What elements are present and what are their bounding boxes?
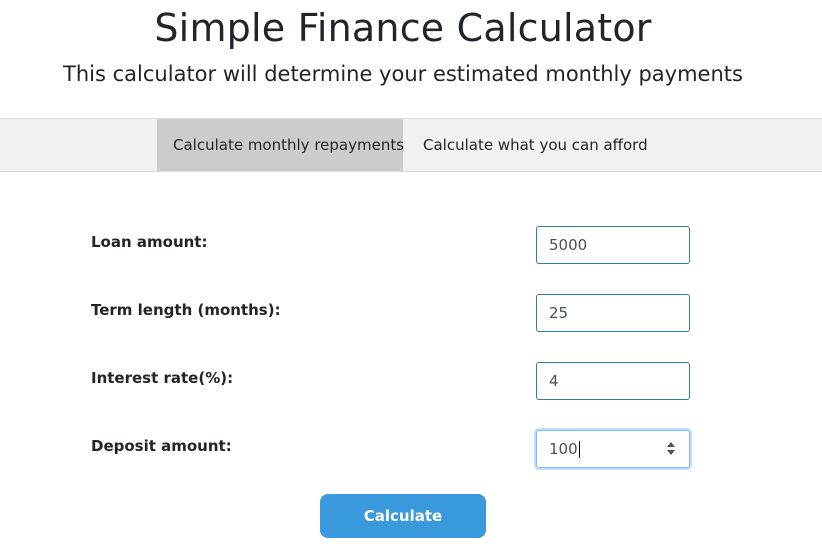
tab-what-you-can-afford[interactable]: Calculate what you can afford	[407, 119, 648, 171]
deposit-amount-input[interactable]: 100	[536, 430, 690, 468]
number-spinner[interactable]	[667, 441, 677, 457]
calculate-button[interactable]: Calculate	[320, 494, 486, 538]
text-cursor	[578, 441, 580, 458]
calculator-page: Simple Finance Calculator This calculato…	[0, 0, 822, 555]
interest-rate-input[interactable]: 4	[536, 362, 690, 400]
interest-rate-label: Interest rate(%):	[91, 369, 234, 387]
term-length-value: 25	[549, 304, 569, 322]
page-title: Simple Finance Calculator	[154, 6, 652, 50]
loan-amount-input[interactable]: 5000	[536, 226, 690, 264]
tab-bar: Calculate monthly repayments Calculate w…	[0, 118, 822, 172]
spin-down-icon[interactable]	[667, 450, 675, 455]
interest-rate-value: 4	[549, 372, 559, 390]
loan-amount-value: 5000	[549, 236, 588, 254]
page-subtitle: This calculator will determine your esti…	[63, 62, 743, 86]
deposit-amount-label: Deposit amount:	[91, 437, 232, 455]
loan-amount-label: Loan amount:	[91, 233, 208, 251]
term-length-label: Term length (months):	[91, 301, 281, 319]
spin-up-icon[interactable]	[667, 442, 675, 447]
deposit-amount-value: 100	[549, 440, 578, 458]
term-length-input[interactable]: 25	[536, 294, 690, 332]
tab-monthly-repayments[interactable]: Calculate monthly repayments	[157, 119, 404, 171]
